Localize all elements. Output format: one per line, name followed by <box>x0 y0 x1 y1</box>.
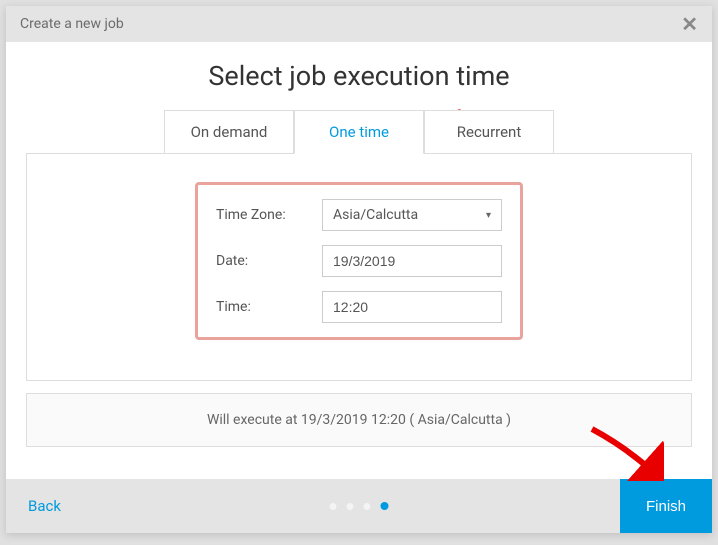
execution-summary: Will execute at 19/3/2019 12:20 ( Asia/C… <box>26 393 692 447</box>
time-row: Time: <box>216 291 502 323</box>
page-title: Select job execution time <box>26 60 692 92</box>
modal-footer: Back Finish <box>6 479 712 533</box>
time-input[interactable] <box>322 291 502 323</box>
timezone-value: Asia/Calcutta <box>333 207 418 223</box>
date-input[interactable] <box>322 245 502 277</box>
date-label: Date: <box>216 253 306 269</box>
step-dot-3 <box>364 503 371 510</box>
step-dot-4 <box>381 502 389 510</box>
schedule-tabs: On demand One time Recurrent <box>26 110 692 153</box>
modal-title: Create a new job <box>20 16 124 32</box>
create-job-modal: Create a new job ✕ Select job execution … <box>6 6 712 533</box>
step-dot-2 <box>347 503 354 510</box>
schedule-content: Time Zone: Asia/Calcutta ▾ Date: Time: <box>26 153 692 381</box>
step-dot-1 <box>330 503 337 510</box>
chevron-down-icon: ▾ <box>486 210 491 221</box>
close-icon[interactable]: ✕ <box>681 14 698 34</box>
back-button[interactable]: Back <box>6 479 83 533</box>
time-config-highlight: Time Zone: Asia/Calcutta ▾ Date: Time: <box>195 182 523 340</box>
tab-one-time[interactable]: One time <box>294 110 424 154</box>
tab-on-demand[interactable]: On demand <box>164 110 294 154</box>
tab-recurrent[interactable]: Recurrent <box>424 110 554 154</box>
timezone-row: Time Zone: Asia/Calcutta ▾ <box>216 199 502 231</box>
date-row: Date: <box>216 245 502 277</box>
modal-body: Select job execution time On demand One … <box>6 42 712 479</box>
modal-header: Create a new job ✕ <box>6 6 712 42</box>
timezone-label: Time Zone: <box>216 207 306 223</box>
time-label: Time: <box>216 299 306 315</box>
finish-button[interactable]: Finish <box>620 479 712 533</box>
step-indicator <box>330 502 389 510</box>
timezone-select[interactable]: Asia/Calcutta ▾ <box>322 199 502 231</box>
